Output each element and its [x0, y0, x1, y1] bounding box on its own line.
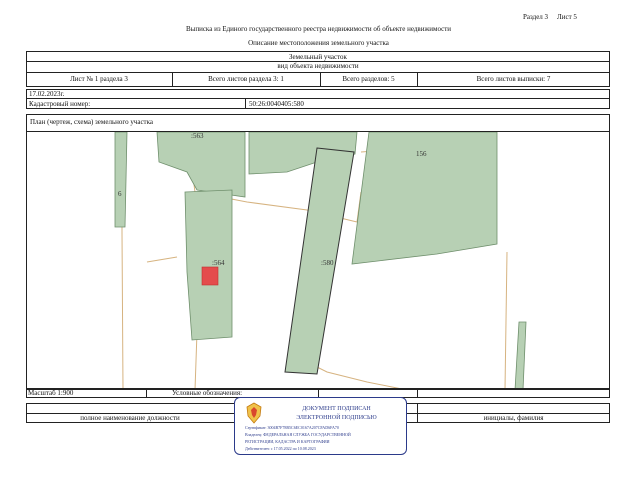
total-sheets-extract: Всего листов выписки: 7 [476, 75, 551, 83]
cadastral-label: Кадастровый номер: [29, 100, 91, 108]
plan-drawing: :563 156 6 :564 :580 [114, 132, 527, 388]
parcel-580 [284, 147, 355, 375]
parcel-564 [184, 189, 233, 341]
object-type-caption: вид объекта недвижимости [277, 62, 359, 70]
stamp-owner-1: Владелец: ФЕДЕРАЛЬНАЯ СЛУЖБА ГОСУДАРСТВЕ… [245, 432, 351, 437]
cadastral-number: 50:26:0040405:580 [249, 100, 304, 108]
page-subtitle: Описание местоположения земельного участ… [248, 39, 389, 47]
total-sections: Всего разделов: 5 [342, 75, 395, 83]
stamp-line-1: ДОКУМЕНТ ПОДПИСАН [302, 406, 371, 412]
highlight-marker [201, 266, 219, 286]
info-table [26, 89, 610, 109]
label-580: :580 [321, 259, 334, 267]
sheet-no: Лист № 1 раздела 3 [70, 75, 128, 83]
plan-title: План (чертеж, схема) земельного участка [30, 118, 154, 126]
label-564: :564 [212, 259, 225, 267]
label-6: 6 [118, 190, 122, 198]
signature-name-caption: инициалы, фамилия [483, 414, 544, 422]
section-number: Раздел 3 [523, 13, 549, 21]
object-type: Земельный участок [289, 53, 347, 61]
stamp-validity: Действителен: с 17.05.2022 по 10.08.2023 [245, 446, 316, 451]
map-scale: Масштаб 1:900 [28, 389, 74, 397]
total-sheets-section: Всего листов раздела 3: 1 [208, 75, 284, 83]
page-title: Выписка из Единого государственного реес… [185, 25, 452, 33]
stamp-owner-2: РЕГИСТРАЦИИ, КАДАСТРА И КАРТОГРАФИИ [245, 439, 330, 444]
parcel-6 [114, 132, 128, 228]
position-caption: полное наименование должности [80, 414, 180, 422]
stamp-certificate: Сертификат: 3004B7F78B5C6EC0167A207CFAD6… [245, 425, 339, 430]
parcel-563 [156, 132, 246, 198]
label-156: 156 [416, 150, 427, 158]
electronic-signature-stamp: ДОКУМЕНТ ПОДПИСАН ЭЛЕКТРОННОЙ ПОДПИСЬЮ С… [234, 397, 407, 455]
parcel-east [514, 321, 527, 388]
legend-label: Условные обозначения: [172, 389, 243, 397]
label-563: :563 [191, 132, 204, 140]
stamp-line-2: ЭЛЕКТРОННОЙ ПОДПИСЬЮ [296, 415, 377, 421]
sheet-number: Лист 5 [557, 13, 577, 21]
emblem-icon [246, 402, 262, 424]
cadastral-plan-map: :563 156 6 :564 :580 [26, 131, 610, 389]
extract-date: 17.02.2023г. [29, 90, 65, 98]
